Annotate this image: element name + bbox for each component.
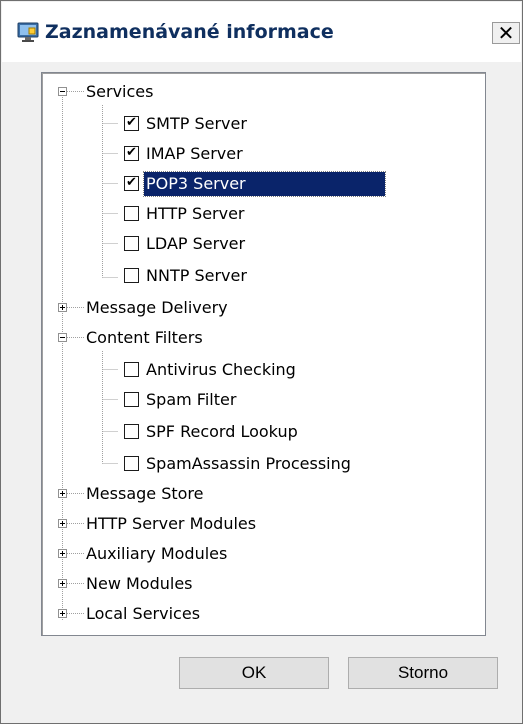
- logging-tree[interactable]: Services SMTP Server IMAP Server POP3 Se…: [41, 72, 486, 636]
- tree-node-label: SPF Record Lookup: [146, 422, 298, 441]
- tree-node-label: HTTP Server: [146, 204, 245, 223]
- checkbox-pop3-server[interactable]: [124, 176, 139, 191]
- close-button[interactable]: ✕: [492, 22, 520, 44]
- tree-node-label: HTTP Server Modules: [86, 514, 257, 533]
- ok-button[interactable]: OK: [179, 657, 329, 689]
- expand-toggle[interactable]: [58, 519, 67, 528]
- expand-toggle[interactable]: [58, 609, 67, 618]
- tree-node-label: IMAP Server: [146, 144, 243, 163]
- tree-node-label: NNTP Server: [146, 266, 247, 285]
- cancel-button[interactable]: Storno: [348, 657, 498, 689]
- title-bar[interactable]: Zaznamenávané informace ✕: [2, 2, 521, 62]
- tree-node-label: Content Filters: [86, 328, 203, 347]
- tree-node-label: Local Services: [86, 604, 201, 623]
- window-title: Zaznamenávané informace: [45, 21, 334, 43]
- tree-node-label: Antivirus Checking: [146, 360, 296, 379]
- tree-node-label: Auxiliary Modules: [86, 544, 228, 563]
- checkbox-ldap-server[interactable]: [124, 236, 139, 251]
- expand-toggle[interactable]: [58, 579, 67, 588]
- tree-node-label: POP3 Server: [143, 171, 386, 197]
- tree-node-label: Message Delivery: [86, 298, 228, 317]
- checkbox-spam-filter[interactable]: [124, 392, 139, 407]
- checkbox-spf-record-lookup[interactable]: [124, 424, 139, 439]
- monitor-icon: [17, 22, 39, 42]
- tree-node-label: SpamAssassin Processing: [146, 454, 351, 473]
- collapse-toggle[interactable]: [58, 87, 67, 96]
- tree-node-label: Message Store: [86, 484, 204, 503]
- tree-node-label: New Modules: [86, 574, 193, 593]
- expand-toggle[interactable]: [58, 303, 67, 312]
- checkbox-antivirus-checking[interactable]: [124, 362, 139, 377]
- dialog-window: Zaznamenávané informace ✕ Services ✔ SMT…: [0, 0, 523, 724]
- close-icon: ✕: [497, 21, 515, 45]
- checkbox-smtp-server[interactable]: [124, 116, 139, 131]
- checkbox-imap-server[interactable]: [124, 146, 139, 161]
- tree-node-label: Spam Filter: [146, 390, 237, 409]
- tree-node-label: Services: [86, 82, 154, 101]
- tree-node-label: SMTP Server: [146, 114, 247, 133]
- tree-node-label: LDAP Server: [146, 234, 246, 253]
- expand-toggle[interactable]: [58, 489, 67, 498]
- checkbox-http-server[interactable]: [124, 206, 139, 221]
- checkbox-spamassassin-processing[interactable]: [124, 456, 139, 471]
- expand-toggle[interactable]: [58, 549, 67, 558]
- collapse-toggle[interactable]: [58, 333, 67, 342]
- checkbox-nntp-server[interactable]: [124, 268, 139, 283]
